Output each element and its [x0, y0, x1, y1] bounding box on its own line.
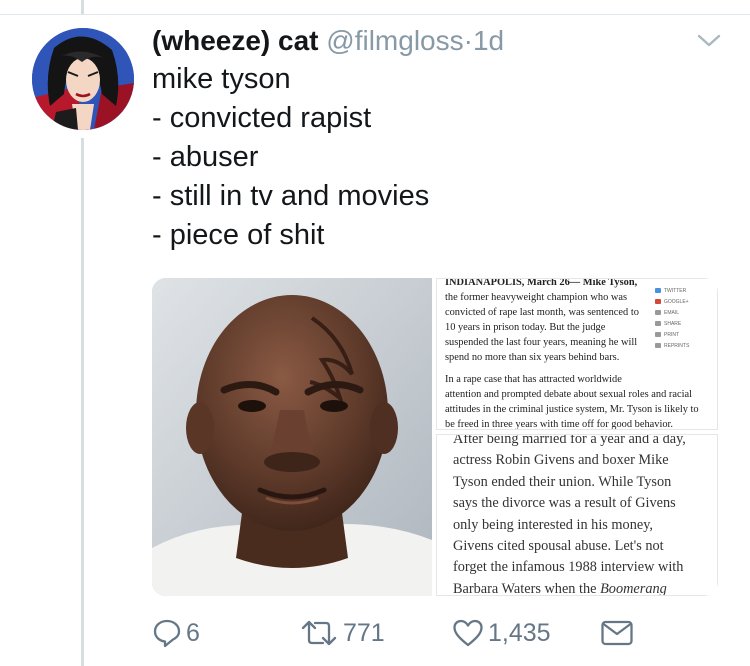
avatar-illustration — [32, 28, 134, 130]
share-label: TWITTER — [664, 287, 687, 294]
clipping-line: suspended the last four years, meaning h… — [445, 337, 638, 348]
reprints-icon — [655, 343, 661, 348]
heart-icon — [453, 619, 483, 647]
tweet-header: (wheeze) cat @filmgloss·1d — [152, 24, 504, 58]
email-icon — [655, 310, 661, 315]
tweet-media[interactable]: INDIANAPOLIS, March 26— Mike Tyson, the … — [152, 278, 718, 596]
separator-dot: · — [463, 25, 473, 56]
user-handle[interactable]: @filmgloss — [326, 25, 463, 56]
clipping-line: attitudes in the criminal justice system… — [445, 404, 699, 415]
share-label: GOOGLE+ — [664, 298, 689, 305]
direct-message-button[interactable] — [600, 618, 634, 648]
retweet-button[interactable]: 771 — [299, 618, 385, 648]
portrait-illustration — [152, 278, 432, 596]
excerpt-line: only being interested in his money, — [453, 516, 653, 533]
tweet-line: - still in tv and movies — [152, 180, 430, 212]
excerpt-line: Givens cited spousal abuse. Let's not — [453, 538, 664, 555]
excerpt-line: After being married for a year and a day… — [453, 434, 686, 447]
share-icon — [655, 321, 661, 326]
google-plus-icon — [655, 299, 661, 304]
tweet-actions: 6 771 1,435 — [152, 618, 652, 654]
clipping-line: attention and prompted debate about sexu… — [445, 389, 692, 400]
clipping-line: In a rape case that has attracted worldw… — [445, 374, 622, 385]
reply-button[interactable]: 6 — [152, 618, 200, 648]
tweet-line: - convicted rapist — [152, 102, 372, 134]
envelope-icon — [601, 620, 633, 646]
excerpt-italic: Boomerang — [600, 580, 667, 596]
twitter-icon — [655, 288, 661, 293]
clipping-line: spend no more than six years behind bars… — [445, 352, 620, 363]
portrait-photo[interactable] — [152, 278, 432, 596]
like-count: 1,435 — [488, 618, 551, 647]
clipping-line: be freed in three years with time off fo… — [445, 419, 674, 430]
article-screenshots: INDIANAPOLIS, March 26— Mike Tyson, the … — [436, 278, 718, 596]
share-label: PRINT — [664, 331, 679, 338]
clipping-line: convicted of rape last month, was senten… — [445, 307, 639, 318]
excerpt-line: says the divorce was a result of Givens — [453, 495, 676, 512]
excerpt-line: Barbara Waters when the — [453, 580, 597, 596]
tweet-text: mike tyson - convicted rapist - abuser -… — [152, 60, 429, 255]
display-name[interactable]: (wheeze) cat — [152, 25, 319, 56]
thread-line — [81, 138, 84, 666]
like-button[interactable]: 1,435 — [452, 618, 551, 648]
clipping-line: 10 years in prison today. But the judge — [445, 322, 606, 333]
clipping-lead: INDIANAPOLIS, March 26— Mike Tyson, — [445, 278, 638, 288]
reply-icon — [153, 619, 181, 648]
timestamp[interactable]: 1d — [473, 25, 504, 56]
reply-count: 6 — [186, 618, 200, 647]
tweet-line: mike tyson — [152, 63, 291, 95]
excerpt-line: forget the infamous 1988 interview with — [453, 559, 684, 576]
thread-line-top — [81, 0, 84, 14]
excerpt-text: After being married for a year and a day… — [453, 434, 711, 596]
retweet-icon — [301, 620, 337, 646]
divider — [0, 14, 750, 15]
article-excerpt[interactable]: After being married for a year and a day… — [436, 434, 718, 596]
news-clipping[interactable]: INDIANAPOLIS, March 26— Mike Tyson, the … — [436, 278, 718, 430]
retweet-count: 771 — [343, 618, 385, 647]
clipping-line: the former heavyweight champion who was — [445, 292, 628, 303]
share-tools: TWITTER GOOGLE+ EMAIL SHARE PRINT REPRIN… — [655, 285, 715, 351]
excerpt-line: Tyson ended their union. While Tyson — [453, 473, 672, 490]
share-label: SHARE — [664, 320, 682, 327]
print-icon — [655, 332, 661, 337]
share-label: EMAIL — [664, 309, 680, 316]
clipping-text: INDIANAPOLIS, March 26— Mike Tyson, the … — [445, 278, 699, 429]
excerpt-line: actress Robin Givens and boxer Mike — [453, 452, 669, 469]
tweet-line: - piece of shit — [152, 219, 325, 251]
share-label: REPRINTS — [664, 342, 690, 349]
chevron-down-icon[interactable] — [696, 30, 722, 50]
avatar[interactable] — [32, 28, 134, 130]
tweet-line: - abuser — [152, 141, 259, 173]
